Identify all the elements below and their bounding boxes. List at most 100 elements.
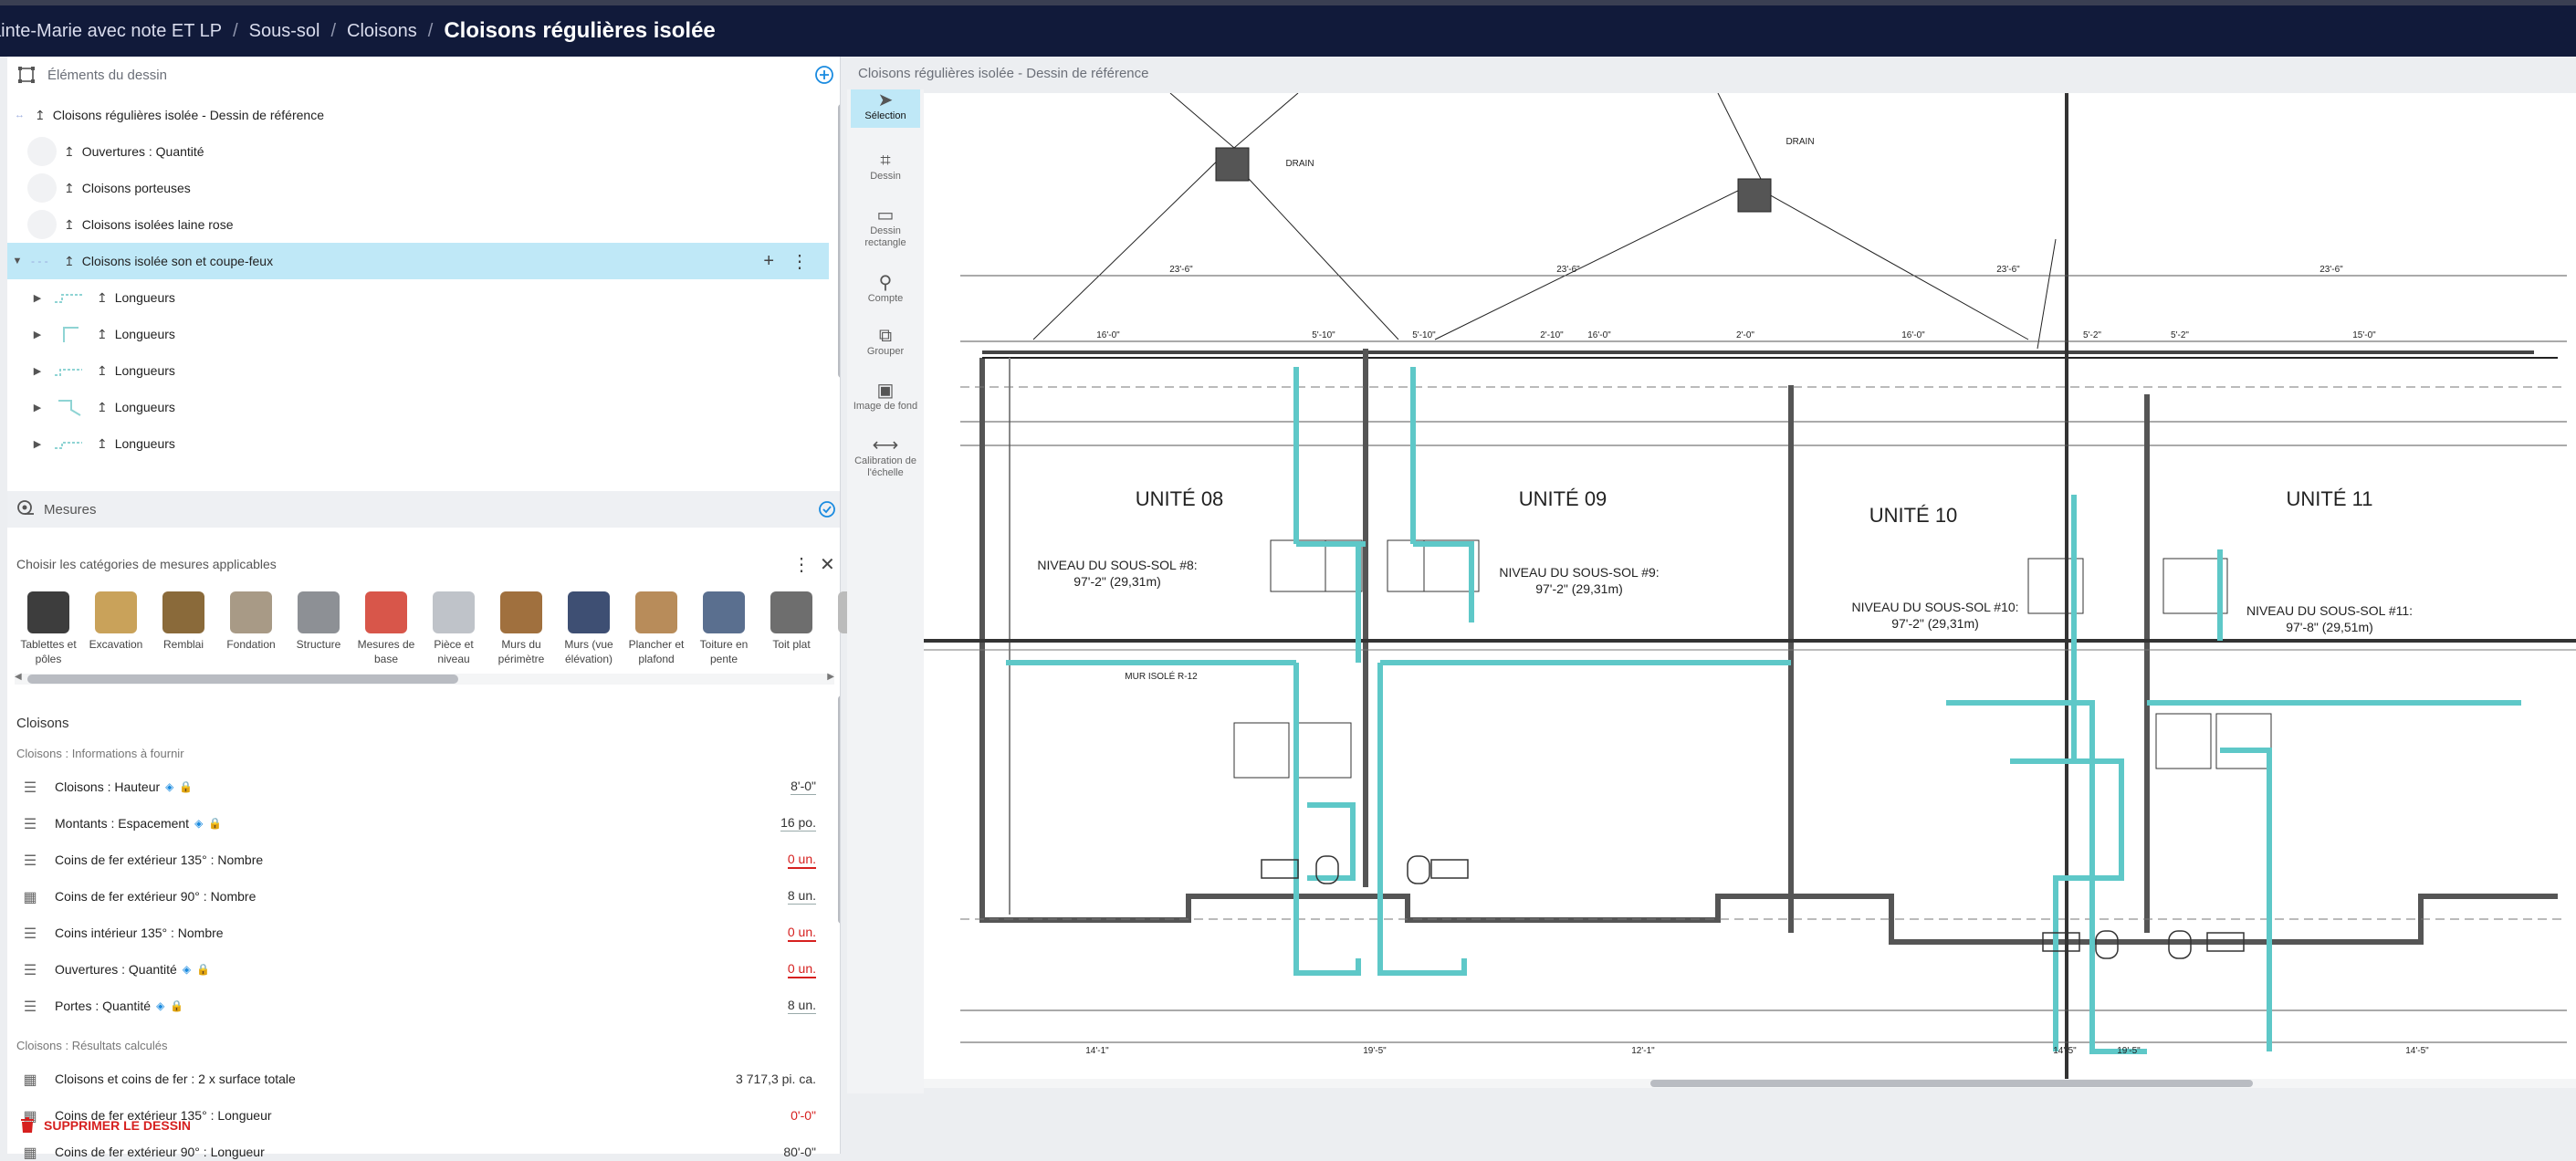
level-value: 97'-2" (29,31m)	[1073, 574, 1161, 589]
tree-item-length[interactable]: ▶ ↥ Longueurs	[7, 279, 829, 316]
delete-drawing-button[interactable]: SUPPRIMER LE DESSIN	[20, 1117, 191, 1134]
measure-value-input[interactable]: 0 un.	[787, 852, 816, 869]
category-item[interactable]: Murs (vue élévation)	[555, 591, 623, 666]
measure-row[interactable]: ☰ Cloisons : Hauteur ◈ 🔒 8'-0"	[7, 769, 829, 805]
category-item[interactable]: Mesures de base	[352, 591, 420, 666]
measure-value-input[interactable]: 0 un.	[787, 961, 816, 978]
tool-count[interactable]: ⚲ Compte	[851, 274, 920, 305]
measure-row[interactable]: ☰ Coins de fer extérieur 135° : Nombre 0 u…	[7, 842, 829, 878]
tool-draw-rectangle[interactable]: ▭ Dessin rectangle	[851, 206, 920, 249]
measure-row[interactable]: ☰ Portes : Quantité ◈ 🔒 8 un.	[7, 988, 829, 1024]
level-label: NIVEAU DU SOUS-SOL #11:	[2246, 603, 2413, 618]
category-item[interactable]: Plancher et plafond	[623, 591, 690, 666]
category-item[interactable]: Pièce et niveau	[420, 591, 487, 666]
measure-label: Coins de fer extérieur 90° : Nombre	[55, 889, 257, 904]
dimension-label: 23'-6"	[1556, 265, 1580, 275]
tree-item-length[interactable]: ▶ ↥ Longueurs	[7, 352, 829, 389]
category-image	[770, 591, 812, 633]
breadcrumb-separator: /	[233, 20, 238, 41]
pin-icon: ↥	[64, 253, 75, 268]
tool-label: Dessin rectangle	[864, 225, 906, 248]
more-vert-icon[interactable]: ⋮	[792, 553, 811, 576]
measure-value-input[interactable]: 8'-0"	[791, 779, 816, 795]
plan-scroll-thumb[interactable]	[1650, 1080, 2253, 1087]
link-icon: ↔	[15, 110, 25, 120]
breadcrumb-separator: /	[427, 20, 434, 41]
tree-item-pink-insulated[interactable]: ↥ Cloisons isolées laine rose	[7, 206, 829, 243]
tune-icon: ☰	[23, 780, 37, 796]
top-bar: ainte-Marie avec note ET LP / Sous-sol /…	[0, 0, 2576, 57]
color-swatch[interactable]	[27, 210, 57, 239]
tree-item-label: Longueurs	[114, 400, 175, 414]
category-item[interactable]: Remblai	[150, 591, 217, 666]
tree-item-label: Cloisons régulières isolée - Dessin de r…	[52, 108, 324, 122]
pin-icon: ↥	[97, 435, 108, 451]
tool-selection[interactable]: ➤ Sélection	[851, 89, 920, 128]
check-circle-icon[interactable]	[818, 500, 836, 522]
color-swatch[interactable]	[27, 173, 57, 203]
expand-caret-icon[interactable]: ▶	[31, 329, 44, 340]
more-vert-icon[interactable]: ⋮	[791, 250, 809, 273]
tool-draw[interactable]: ⌗ Dessin	[851, 152, 920, 183]
breadcrumb-category[interactable]: Cloisons	[347, 21, 417, 42]
dimension-label: 12'-1"	[1631, 1046, 1655, 1056]
close-icon[interactable]: ✕	[820, 553, 835, 576]
color-swatch[interactable]	[27, 137, 57, 166]
tree-item-length[interactable]: ▶ ↥ Longueurs	[7, 389, 829, 425]
measure-row[interactable]: ☰ Ouvertures : Quantité ◈ 🔒 0 un.	[7, 951, 829, 988]
lock-icon: 🔒	[208, 817, 223, 830]
expand-caret-icon[interactable]: ▶	[31, 402, 44, 413]
tree-item-length[interactable]: ▶ ↥ Longueurs	[7, 316, 829, 352]
tree-item-label: Longueurs	[114, 363, 175, 378]
tree-item-sound-fire-walls[interactable]: ▼ - - - ↥ Cloisons isolée son et coupe-f…	[7, 243, 829, 279]
tool-background-image[interactable]: ▣ Image de fond	[851, 382, 920, 413]
measure-row[interactable]: ☰ Coins intérieur 135° : Nombre 0 un.	[7, 915, 829, 951]
add-icon[interactable]: +	[763, 251, 774, 272]
tree-item-reference-drawing[interactable]: ↔ ↥ Cloisons régulières isolée - Dessin …	[7, 97, 829, 133]
category-item[interactable]: Tablettes et pôles	[15, 591, 82, 666]
pin-icon: ↥	[64, 143, 75, 159]
tree-scrollbar[interactable]	[838, 104, 840, 378]
category-item[interactable]: Toit plat	[758, 591, 825, 666]
expand-caret-icon[interactable]: ▶	[31, 365, 44, 377]
measure-value-input[interactable]: 8 un.	[787, 998, 816, 1014]
polyline-shape-icon	[55, 369, 82, 376]
measures-scrollbar[interactable]	[838, 696, 840, 924]
dimension-label: 5'-2"	[2083, 330, 2101, 340]
tree-item-length[interactable]: ▶ ↥ Longueurs	[7, 425, 829, 462]
category-label: Murs (vue élévation)	[564, 638, 613, 665]
dimension-label: 5'-10"	[1312, 330, 1335, 340]
category-item[interactable]: Murs du périmètre	[487, 591, 555, 666]
breadcrumb-level[interactable]: Sous-sol	[249, 21, 320, 42]
breadcrumb-project[interactable]: ainte-Marie avec note ET LP	[0, 21, 222, 42]
tool-scale-calibration[interactable]: ⟷ Calibration de l'échelle	[851, 436, 920, 479]
expand-caret-icon[interactable]: ▶	[31, 292, 44, 304]
scroll-thumb[interactable]	[27, 675, 458, 684]
dimension-label: 23'-6"	[1169, 265, 1193, 275]
category-item[interactable]: Fondation	[217, 591, 285, 666]
unit-label: UNITÉ 10	[1869, 504, 1958, 527]
result-label: Cloisons et coins de fer : 2 x surface t…	[55, 1072, 296, 1086]
left-panel: Éléments du dessin ↔ ↥ Cloisons régulièr…	[7, 57, 880, 1161]
floor-plan-canvas[interactable]: UNITÉ 08 UNITÉ 09 UNITÉ 10 UNITÉ 11 NIVEAU D…	[924, 93, 2576, 1088]
scroll-left-icon[interactable]: ◀	[15, 672, 22, 682]
measure-row[interactable]: ▦ Coins de fer extérieur 90° : Nombre 8 un…	[7, 878, 829, 915]
group-icon: ⧉	[878, 326, 893, 346]
tree-item-bearing-walls[interactable]: ↥ Cloisons porteuses	[7, 170, 829, 206]
category-item[interactable]: Toiture en pente	[690, 591, 758, 666]
expand-caret-icon[interactable]: ▶	[31, 438, 44, 450]
category-item[interactable]: Structure	[285, 591, 352, 666]
measure-row[interactable]: ☰ Montants : Espacement ◈ 🔒 16 po.	[7, 805, 829, 842]
tool-group[interactable]: ⧉ Grouper	[851, 326, 920, 358]
tree-item-openings[interactable]: ↥ Ouvertures : Quantité	[7, 133, 829, 170]
categories-scrollbar[interactable]: ◀ ▶	[15, 672, 834, 685]
dimension-label: 16'-0"	[1096, 330, 1120, 340]
measure-value-input[interactable]: 16 po.	[780, 815, 816, 832]
scroll-right-icon[interactable]: ▶	[827, 672, 834, 682]
category-item[interactable]: Excavation	[82, 591, 150, 666]
measure-value-input[interactable]: 8 un.	[787, 888, 816, 905]
add-element-icon[interactable]	[814, 65, 834, 89]
plan-h-scrollbar[interactable]	[924, 1079, 2576, 1088]
measure-value-input[interactable]: 0 un.	[787, 925, 816, 942]
collapse-caret-icon[interactable]: ▼	[11, 256, 24, 267]
